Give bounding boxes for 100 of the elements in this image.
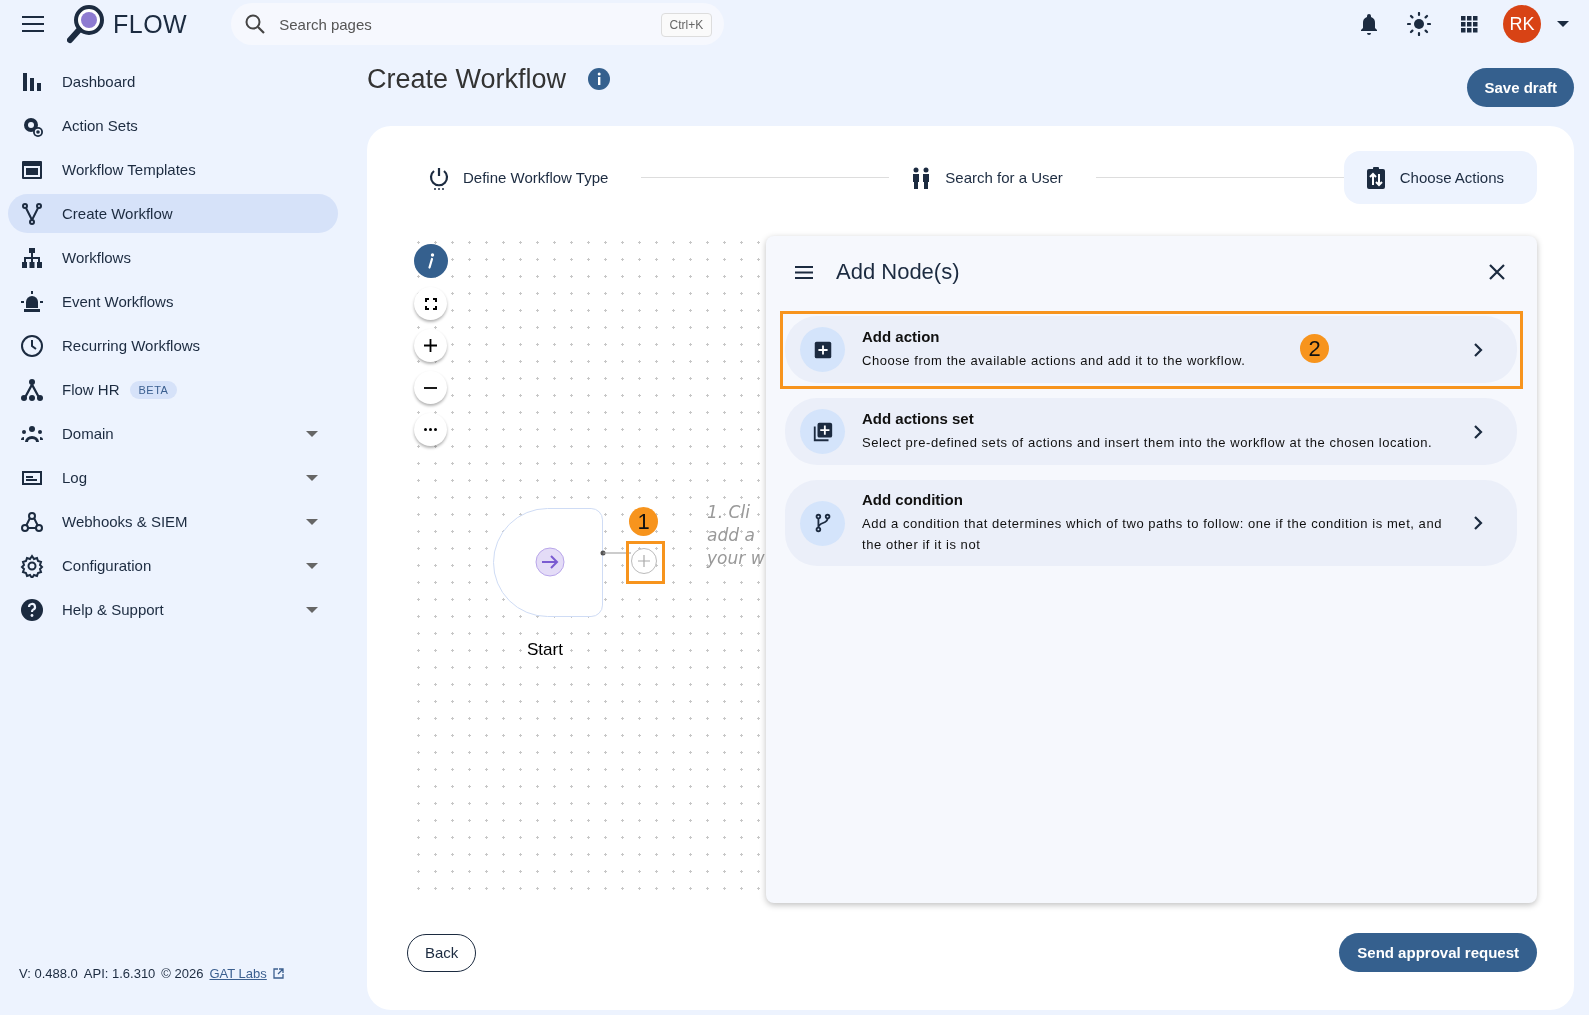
sidebar-item[interactable]: Create Workflow	[8, 194, 338, 233]
sidebar-label: Workflows	[62, 249, 131, 266]
save-draft-button[interactable]: Save draft	[1467, 68, 1574, 107]
sidebar-label: Workflow Templates	[62, 161, 196, 178]
sidebar-item[interactable]: Event Workflows	[8, 282, 338, 321]
option-description: Select pre-defined sets of actions and insert them into the workflow at the chosen location.	[862, 434, 1434, 452]
caret-icon	[306, 430, 318, 437]
shortcut-hint: Ctrl+K	[660, 13, 713, 37]
close-icon	[1489, 264, 1505, 280]
company-link[interactable]: GAT Labs	[209, 966, 267, 981]
chevron-right-icon	[1473, 515, 1483, 531]
copyright-text: © 2026	[161, 966, 204, 981]
connector-line	[599, 549, 631, 557]
library-add-icon	[811, 420, 834, 443]
sidebar-item[interactable]: Recurring Workflows	[8, 326, 338, 365]
sidebar-item[interactable]: Workflows	[8, 238, 338, 277]
sidebar-item[interactable]: Flow HR BETA	[8, 370, 338, 409]
option-description: Choose from the available actions and add it to the workflow.	[862, 352, 1247, 370]
close-button[interactable]	[1489, 264, 1505, 280]
zoom-in-button[interactable]	[414, 329, 447, 362]
menu-icon[interactable]	[795, 265, 813, 279]
magnifier-logo-icon	[67, 4, 105, 44]
option-description: Add a condition that determines which of two paths to follow: one if the condition is met, and the other if it is not	[862, 515, 1443, 554]
chevron-right-icon	[1473, 341, 1483, 358]
info-icon[interactable]	[588, 68, 611, 90]
version-text: V: 0.488.0	[19, 966, 78, 981]
caret-icon	[306, 606, 318, 613]
zoom-out-button[interactable]	[414, 371, 447, 404]
back-button[interactable]: Back	[407, 933, 477, 972]
plus-icon	[638, 555, 650, 567]
hint-text: your w	[707, 547, 765, 570]
stepper-step[interactable]: Search for a User	[889, 151, 1096, 204]
hint-text: 1. Cli	[707, 501, 751, 524]
siren-icon	[20, 289, 44, 314]
minus-icon	[424, 386, 437, 389]
user-avatar[interactable]: RK	[1503, 5, 1541, 43]
panel-title: Add Node(s)	[836, 259, 960, 285]
step-label: Define Workflow Type	[463, 169, 609, 186]
beta-badge: BETA	[129, 380, 178, 399]
sidebar-label: Create Workflow	[62, 205, 173, 222]
sidebar-item[interactable]: Configuration	[8, 546, 338, 585]
option-title: Add action	[862, 328, 941, 345]
external-link-icon	[272, 968, 284, 979]
caret-icon	[306, 562, 318, 569]
info-icon	[427, 253, 435, 269]
add-node-button[interactable]	[631, 548, 657, 574]
page-title: Create Workflow	[367, 63, 567, 95]
step-callout: 2	[1300, 334, 1329, 363]
app-logo-text: FLOW	[113, 9, 188, 39]
fit-view-button[interactable]	[414, 287, 447, 320]
sidebar-item[interactable]: Domain	[8, 414, 338, 453]
sidebar-label: Help & Support	[62, 601, 164, 618]
power-icon	[427, 165, 451, 190]
sidebar-label: Action Sets	[62, 117, 138, 134]
caret-icon	[306, 474, 318, 481]
sidebar-item[interactable]: Workflow Templates	[8, 150, 338, 189]
send-approval-button[interactable]: Send approval request	[1339, 933, 1537, 972]
api-version-text: API: 1.6.310	[83, 966, 156, 981]
stepper-step[interactable]: Define Workflow Type	[407, 151, 642, 204]
node-label: Start	[527, 640, 563, 660]
start-node[interactable]	[493, 508, 603, 617]
option-title: Add actions set	[862, 410, 975, 427]
sidebar-label: Log	[62, 469, 88, 486]
sidebar-label: Webhooks & SIEM	[62, 513, 188, 530]
sidebar-label: Configuration	[62, 557, 152, 574]
sidebar-label: Event Workflows	[62, 293, 174, 310]
sidebar-label: Flow HR	[62, 381, 120, 398]
hint-text: add a	[707, 524, 756, 547]
sidebar-item[interactable]: Action Sets	[8, 106, 338, 145]
sidebar-item[interactable]: Help & Support	[8, 590, 338, 629]
sidebar-label: Recurring Workflows	[62, 337, 201, 354]
info-button[interactable]	[414, 244, 448, 278]
clock-icon	[20, 333, 44, 358]
plus-icon	[424, 339, 437, 352]
arrow-right-circle-icon	[535, 547, 565, 577]
node-option[interactable]: Add actions set Select pre-defined sets of actions and insert them into the workflow at the chosen location.	[785, 398, 1517, 465]
settings-icon	[20, 553, 44, 578]
step-label: Search for a User	[945, 169, 1063, 186]
node-option[interactable]: Add condition Add a condition that determines which of two paths to follow: one if the condition is met, and the other if it is not	[785, 480, 1517, 566]
sidebar-item[interactable]: Webhooks & SIEM	[8, 502, 338, 541]
search-icon	[245, 14, 266, 34]
webhook-icon	[20, 509, 44, 534]
stepper-step[interactable]: Choose Actions	[1343, 151, 1537, 204]
branch-icon	[20, 201, 44, 226]
fullscreen-icon	[424, 297, 437, 310]
sitemap-icon	[20, 245, 44, 270]
brightness-icon	[1407, 12, 1431, 36]
step-callout: 1	[629, 507, 658, 536]
option-title: Add condition	[862, 491, 964, 508]
org-chart-icon	[20, 377, 44, 402]
help-icon	[20, 597, 44, 622]
node-option[interactable]: Add action Choose from the available actions and add it to the workflow. 2	[785, 316, 1517, 383]
step-label: Choose Actions	[1399, 169, 1504, 186]
sidebar-item[interactable]: Log	[8, 458, 338, 497]
caret-icon	[306, 518, 318, 525]
more-button[interactable]	[414, 413, 447, 446]
chevron-right-icon	[1473, 423, 1483, 440]
sidebar-item[interactable]: Dashboard	[8, 62, 338, 101]
caret-icon[interactable]	[1557, 21, 1569, 27]
menu-icon[interactable]	[22, 16, 44, 32]
